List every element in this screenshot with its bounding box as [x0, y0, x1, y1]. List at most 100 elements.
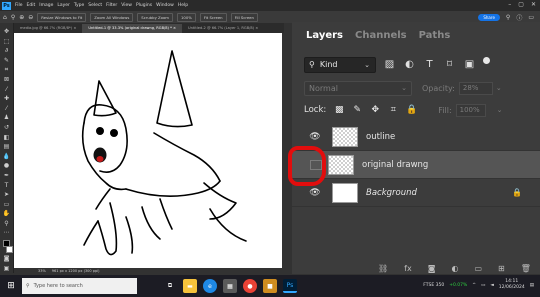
zoom-in-icon[interactable]: ⊕ [19, 14, 24, 21]
menu-plugins[interactable]: Plugins [136, 3, 152, 8]
screen-mode-icon[interactable]: ▣ [3, 265, 11, 272]
lock-image-pixels-icon[interactable]: ✎ [352, 105, 362, 115]
fill-screen-button[interactable]: Fill Screen [230, 12, 258, 22]
zoom-level[interactable]: 33% [38, 269, 46, 273]
menu-filter[interactable]: Filter [106, 3, 117, 8]
close-button[interactable]: ✕ [531, 1, 536, 8]
notifications-icon[interactable]: ▤ [530, 283, 534, 288]
more-tools-icon[interactable]: ⋯ [3, 230, 11, 236]
maximize-button[interactable]: ▢ [518, 1, 524, 8]
history-brush-icon[interactable]: ↺ [3, 124, 11, 131]
crop-tool-icon[interactable]: ⌗ [3, 67, 11, 73]
new-layer-icon[interactable]: ⊞ [498, 264, 505, 273]
lasso-tool-icon[interactable]: ∂ [3, 48, 11, 54]
scrubby-zoom-checkbox[interactable]: Scrubby Zoom [137, 12, 173, 22]
search-icon[interactable]: ⚲ [506, 14, 510, 21]
quick-mask-icon[interactable]: ◙ [3, 256, 11, 262]
resize-windows-checkbox[interactable]: Resize Windows to Fit [37, 12, 87, 22]
task-view-icon[interactable]: ⧉ [163, 279, 177, 293]
delete-layer-icon[interactable]: 🗑 [521, 264, 531, 273]
doc-tab-untitled-2[interactable]: Untitled-2 @ 66.7% (Layer 1, RGB/8) × [182, 24, 265, 33]
shape-tool-icon[interactable]: ▭ [3, 201, 11, 208]
tab-layers[interactable]: Layers [306, 30, 343, 41]
clock[interactable]: 14:11 12/06/2024 [499, 279, 525, 291]
zoom-tool-side-icon[interactable]: ⚲ [3, 220, 11, 227]
edge-icon[interactable]: e [203, 279, 217, 293]
fill-input[interactable]: 100% [455, 103, 486, 117]
fit-screen-button[interactable]: Fit Screen [199, 12, 227, 22]
layer-row-original-drawng[interactable]: original drawng [292, 151, 540, 179]
shape-filter-icon[interactable]: ⌑ [443, 59, 456, 70]
menu-select[interactable]: Select [88, 3, 102, 8]
document-canvas[interactable] [14, 33, 282, 268]
stock-label[interactable]: FTSE 350 [423, 283, 444, 288]
path-select-tool-icon[interactable]: ➤ [3, 192, 11, 198]
chrome-icon[interactable]: ● [243, 279, 257, 293]
quick-select-tool-icon[interactable]: ✎ [3, 57, 11, 64]
marquee-tool-icon[interactable]: ⬚ [3, 38, 11, 45]
smart-object-filter-icon[interactable]: ▣ [463, 59, 476, 70]
chevron-down-icon[interactable]: ⌄ [496, 84, 502, 92]
menu-layer[interactable]: Layer [57, 3, 70, 8]
menu-view[interactable]: View [121, 3, 132, 8]
zoom-100-button[interactable]: 100% [176, 12, 196, 22]
tab-channels[interactable]: Channels [355, 30, 407, 41]
add-mask-icon[interactable]: ◙ [428, 264, 436, 273]
eye-icon[interactable]: 👁 [304, 132, 326, 142]
filter-toggle-icon[interactable] [483, 56, 490, 64]
adjustment-layer-icon[interactable]: ◐ [451, 264, 458, 273]
zoom-tool-icon[interactable]: ⚲ [11, 14, 15, 21]
layer-name[interactable]: original drawng [362, 160, 428, 170]
type-filter-icon[interactable]: T [423, 59, 436, 70]
lock-transparent-pixels-icon[interactable]: ▩ [334, 105, 344, 115]
healing-tool-icon[interactable]: ✚ [3, 96, 11, 102]
pixel-filter-icon[interactable]: ▨ [383, 59, 396, 70]
taskbar-search-input[interactable]: ⚲ Type here to search [22, 278, 137, 294]
blur-tool-icon[interactable]: 💧 [3, 153, 11, 160]
doc-tab-media[interactable]: media.jpg @ 66.7% (RGB/8*) × [14, 24, 83, 33]
document-info[interactable]: 961 px x 1200 px (300 ppi) [52, 269, 100, 273]
pen-tool-icon[interactable]: ✒ [3, 172, 11, 179]
menu-help[interactable]: Help [178, 3, 188, 8]
chevron-down-icon[interactable]: ⌄ [497, 106, 503, 114]
eye-icon[interactable]: 👁 [304, 188, 326, 198]
dodge-tool-icon[interactable]: ● [3, 163, 11, 169]
help-icon[interactable]: ⓘ [516, 13, 522, 22]
layer-name[interactable]: outline [366, 132, 395, 142]
stamp-tool-icon[interactable]: ♟ [3, 115, 11, 121]
eyedropper-tool-icon[interactable]: ⁄ [3, 86, 11, 93]
blend-mode-select[interactable]: Normal ⌄ [304, 80, 412, 96]
app-icon[interactable]: ■ [263, 279, 277, 293]
frame-tool-icon[interactable]: ⊠ [3, 76, 11, 83]
type-tool-icon[interactable]: T [3, 182, 11, 189]
doc-tab-untitled-1[interactable]: Untitled-1 @ 33.3% (original drawng, RGB… [82, 24, 183, 33]
filter-kind-select[interactable]: ⚲ Kind ⌄ [304, 56, 376, 73]
hand-tool-icon[interactable]: ✋ [3, 211, 11, 217]
opacity-input[interactable]: 28% [458, 81, 493, 95]
link-layers-icon[interactable]: ⛓ [378, 264, 388, 273]
store-icon[interactable]: ▦ [223, 279, 237, 293]
zoom-all-windows-checkbox[interactable]: Zoom All Windows [90, 12, 134, 22]
eraser-tool-icon[interactable]: ◧ [3, 134, 11, 141]
network-icon[interactable]: ▭ [481, 283, 485, 288]
move-tool-icon[interactable]: ✥ [3, 29, 11, 35]
layer-style-icon[interactable]: fx [404, 264, 412, 273]
menu-file[interactable]: File [15, 3, 23, 8]
photoshop-taskbar-icon[interactable]: Ps [283, 279, 297, 293]
menu-window[interactable]: Window [156, 3, 174, 8]
menu-edit[interactable]: Edit [27, 3, 36, 8]
lock-artboard-icon[interactable]: ⌗ [388, 105, 398, 115]
brush-tool-icon[interactable]: ⁄ [3, 105, 11, 112]
home-icon[interactable]: ⌂ [3, 14, 7, 21]
zoom-out-icon[interactable]: ⊖ [28, 14, 33, 21]
volume-icon[interactable]: ◄ [490, 283, 493, 288]
layer-name[interactable]: Background [366, 188, 417, 198]
layer-row-outline[interactable]: 👁 outline [292, 123, 540, 151]
minimize-button[interactable]: – [508, 1, 511, 8]
background-color-swatch[interactable] [5, 245, 13, 253]
gradient-tool-icon[interactable]: ▤ [3, 144, 11, 150]
new-group-icon[interactable]: ▭ [474, 264, 482, 273]
lock-position-icon[interactable]: ✥ [370, 105, 380, 115]
share-button[interactable]: Share [478, 14, 500, 21]
adjustment-filter-icon[interactable]: ◐ [403, 59, 416, 70]
